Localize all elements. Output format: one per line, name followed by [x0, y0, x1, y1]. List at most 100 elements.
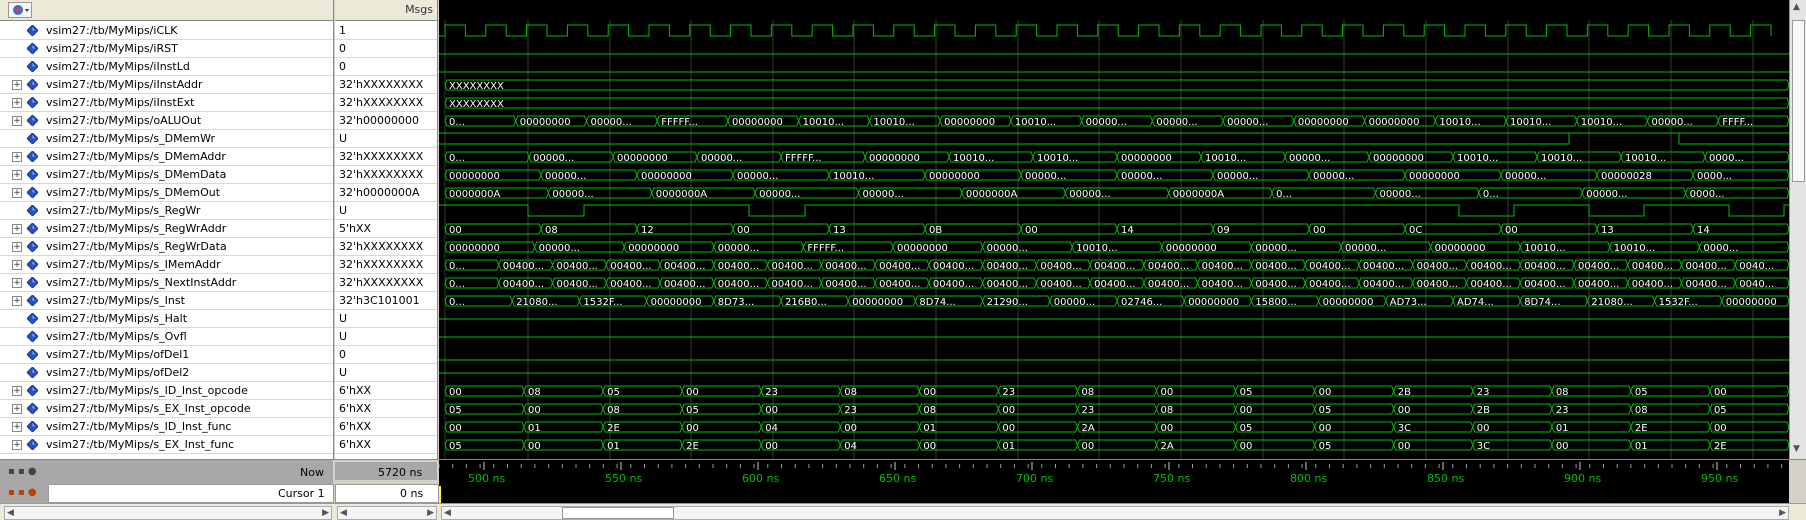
expand-icon[interactable]: + — [12, 404, 22, 414]
signal-row[interactable]: + vsim27:/tb/MyMips/s_NextInstAddr — [0, 274, 333, 292]
bus-value-label: 00 — [923, 441, 936, 452]
waveform-pane[interactable]: XXXXXXXX XXXXXXXX 0... 00000000 00000... FFFF… — [439, 0, 1790, 459]
bus-value-label: 00400... — [1524, 261, 1565, 272]
scroll-thumb[interactable] — [1792, 20, 1805, 182]
values-hscroll[interactable]: ◀ ▶ — [337, 506, 437, 520]
expand-icon[interactable]: + — [12, 80, 22, 90]
signal-names-pane[interactable]: vsim27:/tb/MyMips/iCLK vsim27:/tb/MyMips/… — [0, 0, 334, 459]
bus-value-label: 00000... — [1289, 153, 1330, 164]
timeline-label: 950 ns — [1701, 472, 1738, 485]
timeline-label: 550 ns — [605, 472, 642, 485]
signal-row[interactable]: vsim27:/tb/MyMips/s_DMemWr — [0, 130, 333, 148]
bus-value-label: 00000000 — [944, 117, 995, 128]
left-arrow-icon[interactable]: ◀ — [7, 508, 14, 518]
bus-value-label: 23 — [1556, 405, 1569, 416]
scroll-down-arrow[interactable]: ▼ — [1793, 444, 1800, 454]
expand-icon[interactable]: + — [12, 296, 22, 306]
bus-value-label: 0B — [929, 225, 942, 236]
signal-row[interactable]: + vsim27:/tb/MyMips/iInstAddr — [0, 76, 333, 94]
signal-row[interactable]: + vsim27:/tb/MyMips/s_EX_Inst_opcode — [0, 400, 333, 418]
signal-diamond-icon — [26, 312, 39, 325]
expand-icon[interactable]: + — [12, 440, 22, 450]
signal-row[interactable]: + vsim27:/tb/MyMips/s_DMemOut — [0, 184, 333, 202]
bus-value-label: 00000000 — [1435, 243, 1486, 254]
signal-row[interactable]: + vsim27:/tb/MyMips/s_RegWrData — [0, 238, 333, 256]
expand-icon[interactable]: + — [12, 188, 22, 198]
bus-value-label: 08 — [1161, 405, 1174, 416]
expand-icon[interactable]: + — [12, 422, 22, 432]
toolbar-icon[interactable] — [8, 2, 32, 18]
bus-value-label: 23 — [765, 387, 778, 398]
signal-row[interactable]: vsim27:/tb/MyMips/ofDel2 — [0, 364, 333, 382]
expand-icon[interactable]: + — [12, 152, 22, 162]
expand-icon[interactable]: + — [12, 116, 22, 126]
now-icons[interactable]: ▪ ▪ ● — [8, 466, 37, 477]
signal-row[interactable]: + vsim27:/tb/MyMips/s_RegWrAddr — [0, 220, 333, 238]
scroll-up-arrow[interactable]: ▲ — [1793, 2, 1800, 12]
expand-icon[interactable]: + — [12, 260, 22, 270]
signal-value: 32'h0000000A — [335, 184, 437, 202]
expand-icon[interactable]: + — [12, 386, 22, 396]
bus-value-label: 00000000 — [641, 171, 692, 182]
waveform-canvas[interactable]: XXXXXXXXXXXXXXXX0... 00000000 00000... FFFF… — [439, 0, 1790, 459]
right-arrow-icon[interactable]: ▶ — [322, 508, 329, 518]
signal-values-pane[interactable]: Msgs 1 0 0 32'hXXXXXXXX 32'hXXXXXXXX 32'h0000… — [335, 0, 438, 459]
expand-icon[interactable]: + — [12, 278, 22, 288]
signal-row[interactable]: vsim27:/tb/MyMips/ofDel1 — [0, 346, 333, 364]
signal-row[interactable]: + vsim27:/tb/MyMips/iInstExt — [0, 94, 333, 112]
bus-value-label: 2E — [1635, 423, 1648, 434]
signal-row[interactable]: + vsim27:/tb/MyMips/s_IMemAddr — [0, 256, 333, 274]
bus-value-label: 00000000 — [628, 243, 679, 254]
right-arrow-icon[interactable]: ▶ — [427, 508, 434, 518]
bus-value-label: 8D73... — [718, 297, 754, 308]
signal-name: vsim27:/tb/MyMips/iInstLd — [46, 60, 190, 73]
expand-icon[interactable]: + — [12, 224, 22, 234]
signal-row[interactable]: + vsim27:/tb/MyMips/oALUOut — [0, 112, 333, 130]
bus-value-label: 15800... — [1255, 297, 1296, 308]
bus-value-label: 14 — [1121, 225, 1134, 236]
cursor-icons[interactable]: ▪ ▪ ● — [8, 487, 37, 498]
timeline-ruler[interactable]: 500 ns 550 ns 600 ns 650 ns 700 ns 750 ns 800 … — [439, 460, 1789, 504]
signal-row[interactable]: vsim27:/tb/MyMips/s_RegWr — [0, 202, 333, 220]
signal-row[interactable]: vsim27:/tb/MyMips/iCLK — [0, 22, 333, 40]
bus-value-label: 1532F... — [1659, 297, 1698, 308]
signal-name: vsim27:/tb/MyMips/iInstExt — [46, 96, 195, 109]
expand-icon[interactable]: + — [12, 170, 22, 180]
expand-icon[interactable]: + — [12, 98, 22, 108]
bus-value-label: 00000... — [1121, 171, 1162, 182]
signal-row[interactable]: + vsim27:/tb/MyMips/s_DMemAddr — [0, 148, 333, 166]
bus-value-label: 23 — [1081, 405, 1094, 416]
bus-value-label: 08 — [528, 387, 541, 398]
right-arrow-icon[interactable]: ▶ — [1779, 508, 1786, 518]
signal-diamond-icon — [26, 42, 39, 55]
vertical-scrollbar[interactable]: ▲ ▼ — [1789, 0, 1806, 459]
bus-value-label: 00400... — [1148, 279, 1189, 290]
now-value: 5720 ns — [378, 466, 423, 479]
expand-icon[interactable]: + — [12, 242, 22, 252]
bus-value-label: 00000000 — [1298, 117, 1349, 128]
signal-row[interactable]: vsim27:/tb/MyMips/s_Ovfl — [0, 328, 333, 346]
bus-value-label: 00400... — [987, 261, 1028, 272]
bus-value-label: 00000000 — [1409, 171, 1460, 182]
wave-hscroll-thumb[interactable] — [562, 507, 674, 519]
left-arrow-icon[interactable]: ◀ — [340, 508, 347, 518]
left-arrow-icon[interactable]: ◀ — [444, 508, 451, 518]
wave-hscroll[interactable]: ◀ ▶ — [441, 506, 1789, 520]
bus-value-label: 00400... — [557, 261, 598, 272]
signal-row[interactable]: + vsim27:/tb/MyMips/s_ID_Inst_func — [0, 418, 333, 436]
signal-row[interactable]: + vsim27:/tb/MyMips/s_Inst — [0, 292, 333, 310]
signal-row[interactable]: vsim27:/tb/MyMips/iInstLd — [0, 58, 333, 76]
bus-segment — [444, 79, 1790, 91]
signal-row[interactable]: vsim27:/tb/MyMips/iRST — [0, 40, 333, 58]
signal-row[interactable]: + vsim27:/tb/MyMips/s_EX_Inst_func — [0, 436, 333, 454]
bus-value-label: 21290... — [987, 297, 1028, 308]
signal-row[interactable]: vsim27:/tb/MyMips/s_Halt — [0, 310, 333, 328]
names-hscroll[interactable]: ◀ ▶ — [4, 506, 332, 520]
bus-value-label: 00400... — [1524, 279, 1565, 290]
bus-value-label: 00 — [1025, 225, 1038, 236]
bus-value-label: 02746... — [1121, 297, 1162, 308]
signal-row[interactable]: + vsim27:/tb/MyMips/s_ID_Inst_opcode — [0, 382, 333, 400]
bus-value-label: 00000... — [1379, 189, 1420, 200]
bus-value-label: 01 — [528, 423, 541, 434]
signal-row[interactable]: + vsim27:/tb/MyMips/s_DMemData — [0, 166, 333, 184]
